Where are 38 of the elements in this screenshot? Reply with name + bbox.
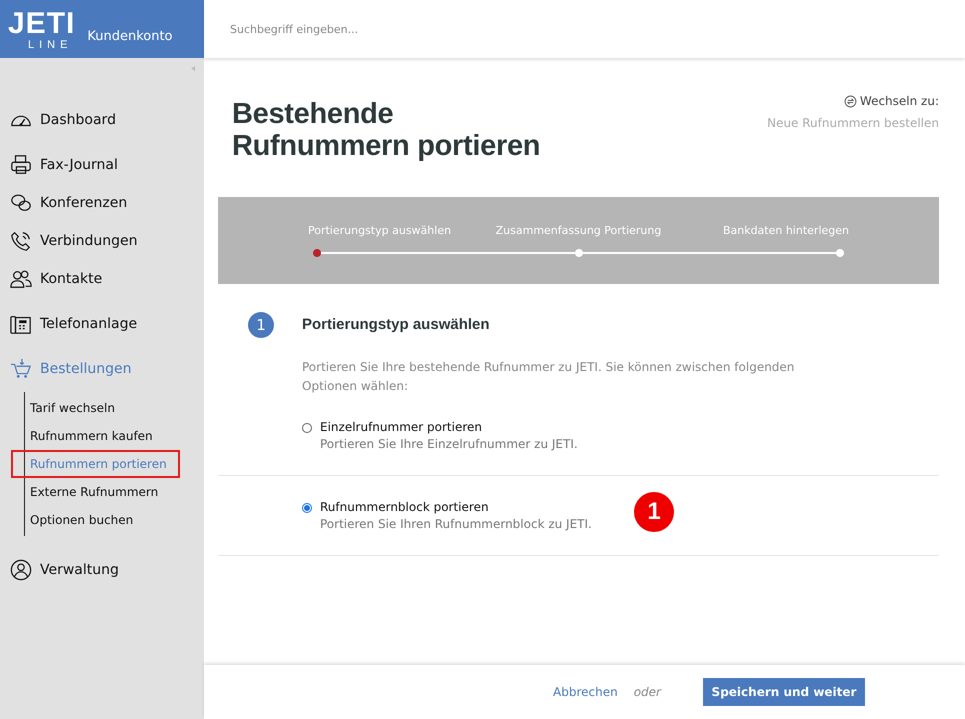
sidebar-item[interactable]: Verwaltung [10,558,204,581]
sidebar-item[interactable]: Kontakte [10,267,204,290]
people-icon [10,268,32,290]
sidebar-subitem[interactable]: Rufnummern kaufen [11,422,180,450]
intro-text: Portieren Sie Ihre bestehende Rufnummer zu JETI. Sie können zwischen folgenden Optionen wählen: [302,358,796,396]
sidebar-item[interactable]: Fax-Journal [10,153,204,176]
switch-label: Wechseln zu: [860,94,939,108]
step-number: 1 [248,312,274,338]
step-label: Zusammenfassung Portierung [496,224,662,237]
option-label: Rufnummernblock portieren [320,500,490,514]
step-label: Portierungstyp auswählen [308,224,452,237]
sidebar-subitem[interactable]: Optionen buchen [11,506,180,534]
option-description: Portieren Sie Ihren Rufnummernblock zu JETI. [320,517,592,532]
product-name: Kundenkonto [87,28,173,44]
sidebar-item[interactable]: Konferenzen [10,191,204,214]
sidebar-item[interactable]: Telefonanlage [10,312,204,335]
user-circle-icon [10,558,32,580]
separator-text: oder [634,685,661,699]
logo[interactable]: JETI LINE [8,7,76,51]
chat-bubbles-icon [10,192,32,214]
sidebar-subitem[interactable]: Tarif wechseln [11,394,180,422]
cart-icon [10,358,32,380]
annotation-badge: 1 [634,492,674,532]
cancel-link[interactable]: Abbrechen [553,685,618,699]
sidebar-subitem[interactable]: Externe Rufnummern [11,478,180,506]
printer-icon [10,154,32,176]
option-label: Einzelrufnummer portieren [320,420,483,434]
step-label: Bankdaten hinterlegen [722,224,849,237]
phone-icon [10,230,32,252]
option-description: Portieren Sie Ihre Einzelrufnummer zu JETI. [320,437,578,452]
radio-button[interactable] [302,423,312,434]
page-title: Bestehende Rufnummern portieren [232,98,542,163]
radio-button[interactable] [302,503,312,514]
save-button[interactable]: Speichern und weiter [703,678,865,706]
section-heading: Portierungstyp auswählen [302,316,490,334]
swap-icon [844,94,857,108]
sidebar-item[interactable]: Dashboard [10,108,204,131]
sidebar-item[interactable]: Verbindungen [10,229,204,252]
